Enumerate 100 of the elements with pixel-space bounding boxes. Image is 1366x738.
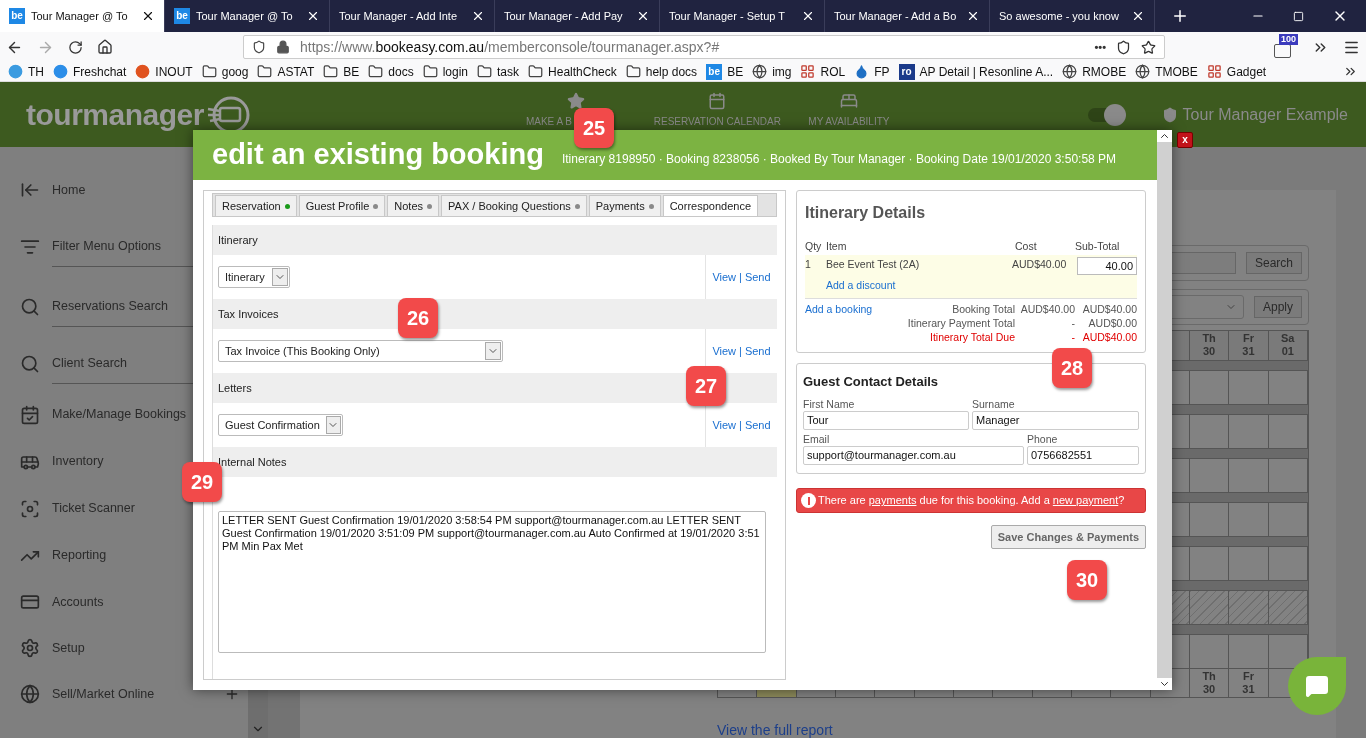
input-field[interactable]: Tour [803, 411, 969, 430]
discount-link[interactable]: Add a discount [826, 277, 896, 294]
link-separator: | [739, 343, 742, 359]
total-label: Booking Total [951, 301, 1016, 316]
tab[interactable]: Reservation [215, 195, 297, 216]
table-cell: AUD$40.00 [1019, 301, 1075, 316]
table-cell-text: AUD$0.00 [1087, 315, 1137, 330]
column-header: Cost [1015, 239, 1038, 254]
tab-title: Tour Manager - Setup T [669, 8, 786, 24]
bookmark-link[interactable]: img [772, 62, 792, 81]
total-label: Itinerary Payment Total [906, 315, 1016, 330]
tab-title: Tour Manager - Add a Bo [834, 8, 958, 24]
callout-badge: 27 [686, 366, 726, 406]
bookmark-link[interactable]: INOUT [155, 62, 193, 81]
bookmark-link[interactable]: docs [388, 62, 414, 81]
input-field[interactable]: support@tourmanager.com.au [803, 446, 1024, 465]
add-booking-link[interactable]: Add a booking [805, 301, 873, 318]
bookmark-link[interactable]: FP [874, 62, 890, 81]
bookmark-link[interactable]: Freshchat [73, 62, 127, 81]
dropdown[interactable]: Tax Invoice (This Booking Only) [218, 340, 503, 362]
input-field[interactable]: Manager [972, 411, 1139, 430]
bookmark-link[interactable]: login [442, 62, 469, 81]
app-icon: be [706, 63, 723, 80]
column-header: Item [826, 239, 848, 254]
bookmark-link[interactable]: help docs [645, 62, 698, 81]
view-link[interactable]: View [712, 268, 737, 286]
bookmark-link[interactable]: ROL [820, 62, 846, 81]
callout-badge: 25 [574, 108, 614, 148]
tab[interactable]: PAX / Booking Questions [441, 195, 587, 216]
calendar-day-header: Th 30 [1189, 669, 1230, 697]
table-cell-text: - [1070, 329, 1075, 344]
dropdown[interactable]: Itinerary [218, 266, 290, 288]
send-link[interactable]: Send [744, 342, 771, 360]
more-actions[interactable]: ••• [1094, 38, 1106, 56]
table-cell-text: AUD$40.00 [1081, 301, 1137, 316]
field-label: Surname [972, 398, 1016, 411]
count-badge: 100 [1278, 34, 1298, 45]
callout-badge: 28 [1052, 348, 1092, 388]
tab[interactable]: Guest Profile [298, 195, 386, 216]
alert-link[interactable]: payments [868, 494, 917, 507]
dialog-title: edit an existing booking [212, 137, 544, 173]
address-bar[interactable]: https://www.bookeasy.com.au/memberconsole/tourmanager.aspx?# ••• [243, 35, 1165, 59]
sidebar-item[interactable]: Sell/Market Online [0, 671, 248, 717]
app-icon: be [9, 8, 25, 24]
column-header: Sub-Total [1075, 239, 1121, 254]
bookmark-link[interactable]: goog [221, 62, 249, 81]
calendar-day-header: Sa 01 [1268, 331, 1308, 360]
card-title: Guest Contact Details [803, 372, 940, 391]
tab-title: So awesome - you know [999, 8, 1120, 24]
bookmark-link[interactable]: HealthCheck [548, 62, 617, 81]
send-link[interactable]: Send [744, 416, 771, 434]
link-separator: | [739, 417, 742, 433]
field-label: Email [803, 433, 831, 446]
total-label: Itinerary Total Due [929, 329, 1016, 344]
bookmark-link[interactable]: BE [727, 62, 744, 81]
save-button[interactable]: Save Changes & Payments [990, 525, 1146, 549]
search-button[interactable]: Search [1245, 252, 1302, 274]
tab[interactable]: Notes [387, 195, 440, 216]
view-link[interactable]: View [712, 342, 737, 360]
bookmark-link[interactable]: TMOBE [1155, 62, 1198, 81]
app-icon: ro [898, 63, 915, 80]
view-link[interactable]: View [712, 416, 737, 434]
tab-title: Tour Manager - Add Pay [504, 8, 624, 24]
notes-textarea[interactable]: LETTER SENT Guest Confirmation 19/01/2020 3:58:54 PM support@tourmanager.com.au LETTER SENT Guest Confirmation 19/01/2020 3:51:09 PM support@tourmanager.com.au Auto Confirmed at 19/01/2020 3:51 PM Min Pax Met [218, 511, 766, 653]
calendar-day-header: Th 30 [1189, 331, 1230, 360]
field-label: First Name [803, 398, 856, 411]
section-header: Internal Notes [213, 447, 777, 477]
column-header: Qty [805, 239, 823, 254]
input-field[interactable]: 0756682551 [1027, 446, 1139, 465]
booking-summary: Itinerary 8198950 · Booking 8238056 · Booked By Tour Manager · Booking Date 19/01/2020 3:50:58 PM [561, 151, 1117, 168]
tab[interactable]: Payments [588, 195, 661, 216]
dropdown[interactable]: Guest Confirmation [218, 414, 343, 436]
tab-title: Tour Manager @ To [196, 8, 294, 24]
tab-title: Tour Manager @ To [31, 8, 129, 24]
tab[interactable]: Correspondence [662, 195, 758, 216]
field-label: Phone [1027, 433, 1059, 446]
calendar-day-header: Fr 31 [1229, 331, 1269, 360]
bookmark-link[interactable]: BE [343, 62, 360, 81]
link-separator: | [739, 269, 742, 285]
subtotal-field[interactable]: 40.00 [1077, 256, 1137, 275]
send-link[interactable]: Send [744, 268, 771, 286]
app-icon: be [174, 8, 190, 24]
table-cell-text: 1 [805, 256, 812, 272]
browser-tab[interactable]: be Tour Manager @ To [0, 0, 165, 32]
bookmark-link[interactable]: Gadget [1226, 62, 1267, 81]
card-title: Itinerary Details [805, 203, 927, 223]
bookmark-link[interactable]: TH [28, 62, 44, 81]
bookmark-link[interactable]: task [497, 62, 520, 81]
section-header: Itinerary [213, 225, 777, 255]
close-button[interactable]: x [1177, 132, 1193, 148]
bookmark-link[interactable]: ASTAT [277, 62, 315, 81]
callout-badge: 26 [398, 298, 438, 338]
bookmark-link[interactable]: RMOBE [1082, 62, 1127, 81]
alert-message: There are payments due for this booking. Add a new payment? [818, 493, 1125, 509]
table-cell-text: Bee Event Test (2A) [826, 256, 921, 272]
table-cell-text: AUD$40.00 [1012, 256, 1068, 272]
logo-text: tourmanager [26, 97, 204, 133]
bookmark-link[interactable]: AP Detail | Resonline A... [919, 62, 1054, 81]
alert-link[interactable]: new payment [1052, 494, 1119, 507]
calendar-day-header: Fr 31 [1229, 669, 1269, 697]
